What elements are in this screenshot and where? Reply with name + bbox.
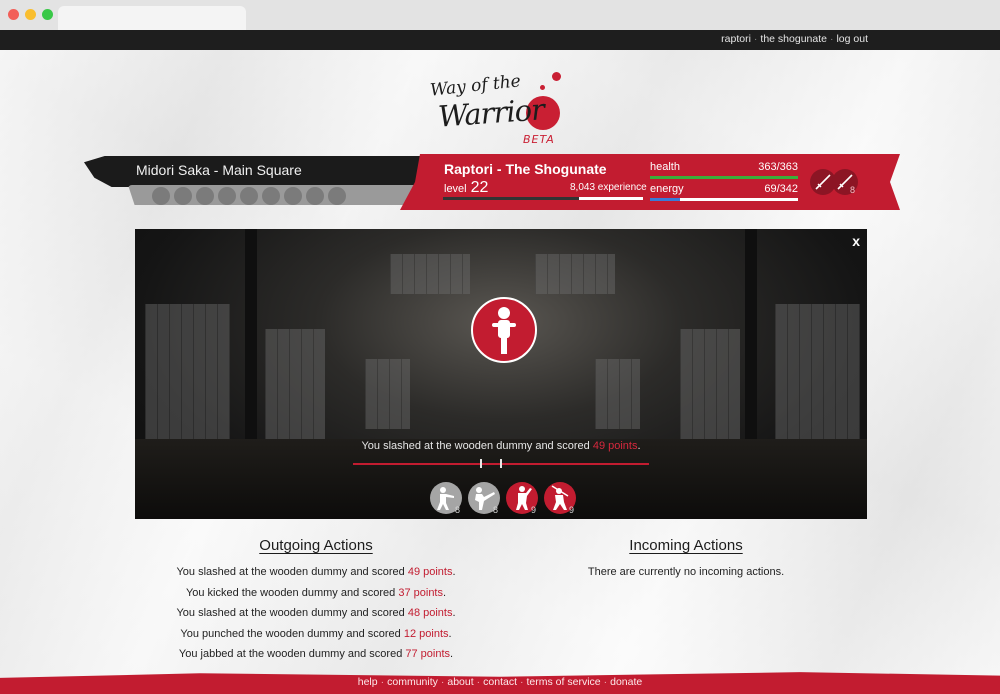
level-label: level — [444, 183, 467, 195]
combat-message-text: You slashed at the wooden dummy and scor… — [361, 440, 590, 452]
dojo-window — [775, 304, 860, 454]
action-points: 48 points — [407, 607, 453, 620]
dojo-window — [365, 359, 410, 429]
slot-icon — [152, 187, 170, 205]
health-bar-fill — [650, 176, 798, 179]
energy-value: 69/342 — [764, 183, 798, 195]
slash-action-count: 9 — [569, 505, 575, 515]
dojo-pillar — [745, 229, 757, 469]
timing-marker — [500, 459, 502, 468]
slot-icon — [328, 187, 346, 205]
slot-icon — [196, 187, 214, 205]
maximize-window-button[interactable] — [42, 9, 53, 20]
site-logo[interactable]: Way of the Warrior BETA — [428, 70, 578, 150]
slot-icon — [174, 187, 192, 205]
close-window-button[interactable] — [8, 9, 19, 20]
experience-bar — [443, 197, 643, 200]
dojo-window — [535, 254, 615, 294]
kick-action-count: 8 — [493, 505, 499, 515]
incoming-actions-title: Incoming Actions — [629, 537, 743, 554]
wooden-dummy-icon[interactable] — [471, 297, 537, 363]
combat-message: You slashed at the wooden dummy and scor… — [135, 440, 867, 452]
ink-drop-icon — [552, 72, 561, 81]
action-text: You jabbed at the wooden dummy and score… — [178, 648, 403, 661]
level-display: level 22 — [444, 179, 488, 197]
top-nav: raptori · the shogunate · log out — [721, 33, 868, 45]
empty-state: There are currently no incoming actions. — [587, 566, 785, 578]
user-link[interactable]: raptori — [721, 33, 751, 45]
timing-marker — [480, 459, 482, 468]
list-item: You slashed at the wooden dummy and scor… — [176, 607, 456, 620]
character-name[interactable]: Raptori - The Shogunate — [444, 161, 607, 177]
slot-icon — [218, 187, 236, 205]
action-points: 49 points — [407, 566, 453, 578]
slot-icon — [262, 187, 280, 205]
logo-line-2: Warrior — [436, 92, 545, 134]
health-label: health — [650, 161, 680, 173]
action-points: 37 points — [398, 586, 443, 599]
close-scene-button[interactable]: x — [852, 233, 860, 249]
action-text: You punched the wooden dummy and scored — [180, 627, 401, 640]
action-text: You slashed at the wooden dummy and scor… — [176, 607, 405, 620]
list-item: You punched the wooden dummy and scored … — [180, 627, 452, 640]
slot-icon — [240, 187, 258, 205]
dojo-window — [680, 329, 740, 439]
dojo-scene: x You slashed at the wooden dummy and sc… — [135, 229, 867, 519]
action-points: 12 points — [403, 627, 449, 640]
energy-bar-fill — [650, 198, 680, 201]
logout-link[interactable]: log out — [836, 33, 868, 45]
action-text: You slashed at the wooden dummy and scor… — [176, 566, 405, 578]
level-value: 22 — [470, 179, 489, 196]
top-bar: raptori · the shogunate · log out — [0, 30, 1000, 50]
list-item: You slashed at the wooden dummy and scor… — [176, 566, 456, 578]
punch-action-count: 8 — [455, 505, 461, 515]
page: raptori · the shogunate · log out Way of the… — [0, 30, 1000, 694]
browser-chrome — [0, 0, 1000, 30]
slot-icon — [284, 187, 302, 205]
energy-bar — [650, 198, 798, 201]
donate-link[interactable]: donate — [610, 676, 642, 688]
incoming-actions-list: There are currently no incoming actions. — [536, 562, 836, 583]
dojo-window — [265, 329, 325, 439]
experience-bar-fill — [443, 197, 579, 200]
dojo-pillar — [245, 229, 257, 469]
health-value: 363/363 — [758, 161, 798, 173]
minimize-window-button[interactable] — [25, 9, 36, 20]
terms-link[interactable]: terms of service — [527, 676, 601, 688]
footer-nav: help · community · about · contact · terms of se… — [357, 676, 643, 688]
dojo-window — [595, 359, 640, 429]
beta-badge: BETA — [523, 133, 555, 146]
ink-drop-icon — [540, 85, 545, 90]
jab-action-count: 9 — [531, 505, 537, 515]
location-title: Midori Saka - Main Square — [136, 162, 302, 178]
outgoing-actions-list: You slashed at the wooden dummy and scor… — [166, 562, 466, 665]
about-link[interactable]: about — [447, 676, 473, 688]
experience-value: 8,043 experience — [570, 182, 647, 193]
list-item: You jabbed at the wooden dummy and score… — [178, 648, 454, 661]
help-link[interactable]: help — [358, 676, 378, 688]
slot-icon — [306, 187, 324, 205]
action-text: You kicked the wooden dummy and scored — [185, 586, 396, 599]
outgoing-actions-title: Outgoing Actions — [259, 537, 373, 554]
energy-label: energy — [650, 183, 684, 195]
clan-link[interactable]: the shogunate — [760, 33, 827, 45]
contact-link[interactable]: contact — [483, 676, 517, 688]
dojo-window — [145, 304, 230, 454]
action-points: 77 points — [405, 648, 451, 661]
weapon-count: 8 — [850, 185, 856, 195]
list-item: You kicked the wooden dummy and scored 3… — [185, 586, 447, 599]
dojo-window — [390, 254, 470, 294]
browser-tab[interactable] — [58, 6, 246, 30]
community-link[interactable]: community — [387, 676, 438, 688]
health-bar — [650, 176, 798, 179]
combat-message-suffix: . — [637, 440, 641, 452]
combat-message-points: 49 points — [592, 440, 638, 452]
